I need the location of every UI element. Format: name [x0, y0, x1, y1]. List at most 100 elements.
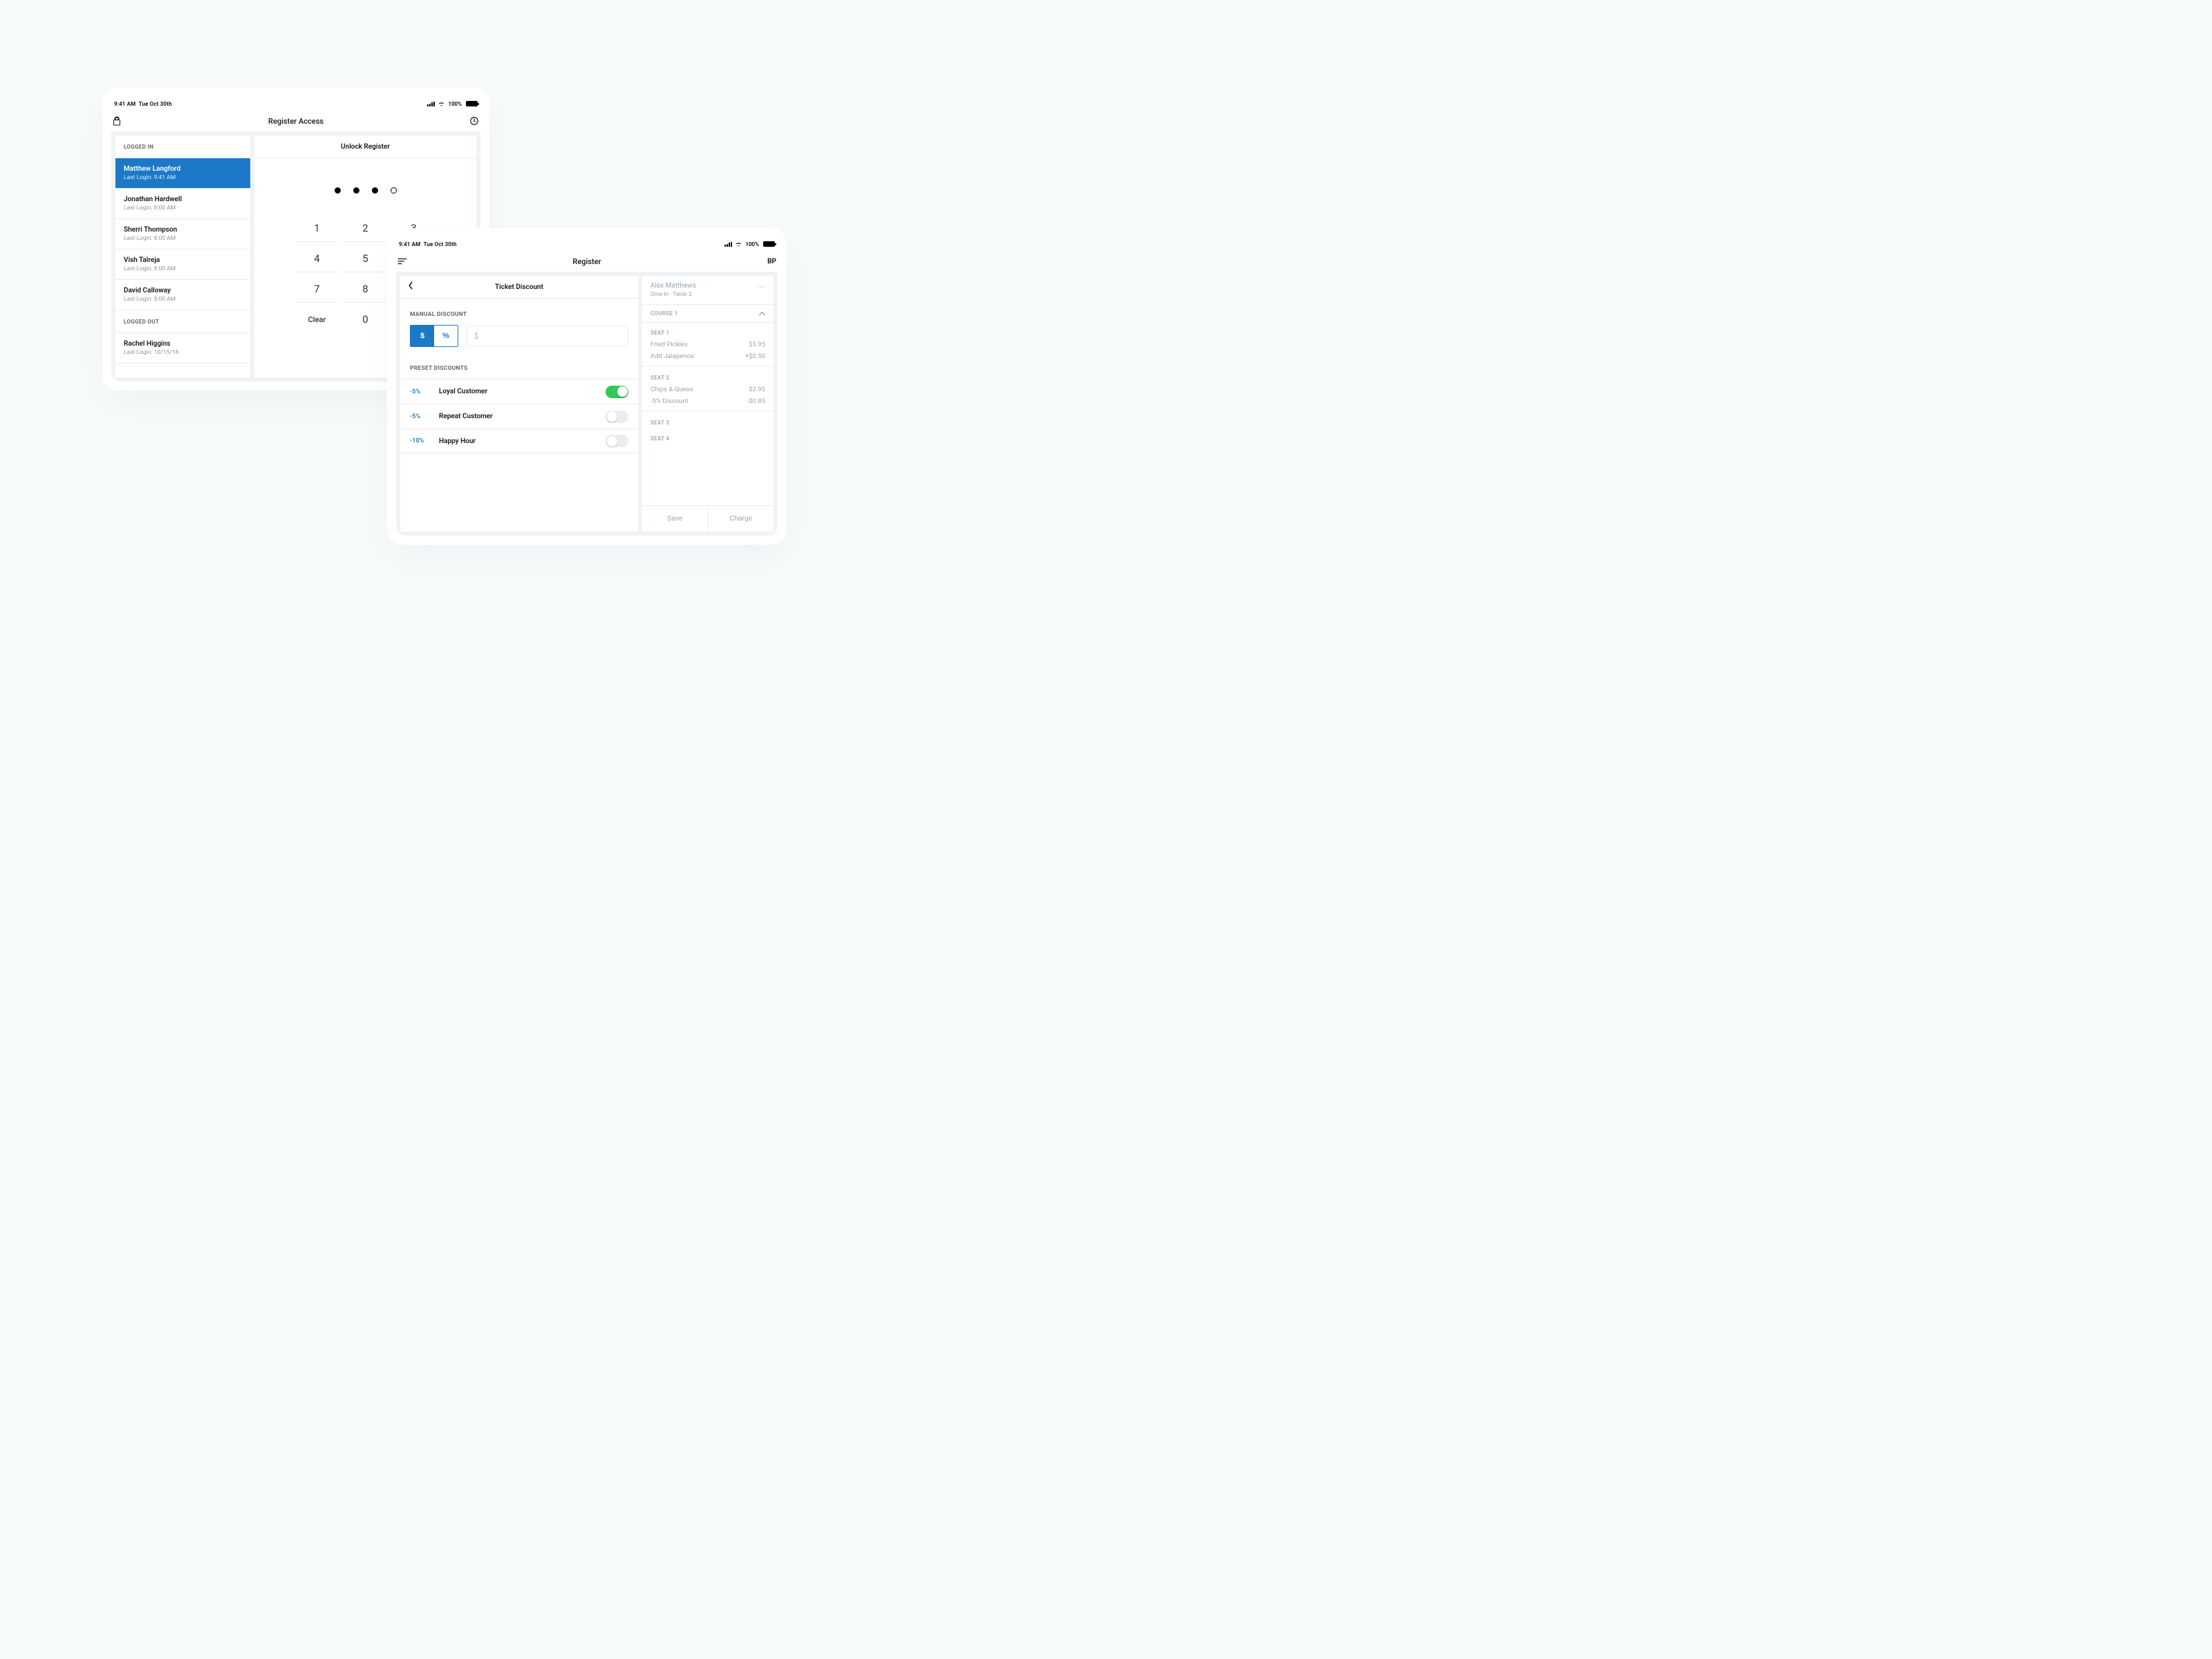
user-name: Matthew Langford	[124, 165, 242, 173]
preset-toggle[interactable]	[606, 386, 628, 398]
order-line[interactable]: Fried Pickles$5.95	[642, 339, 774, 350]
wifi-icon	[735, 241, 742, 247]
pin-dot	[391, 187, 397, 194]
key-7[interactable]: 7	[297, 275, 338, 303]
status-date: Tue Oct 30th	[139, 101, 172, 107]
users-sidebar: LOGGED IN Matthew LangfordLast Login: 9:…	[115, 135, 250, 377]
section-presets: PRESET DISCOUNTS	[400, 347, 638, 379]
user-sub: Last Login: 8:00 AM	[124, 265, 242, 272]
charge-button[interactable]: Charge	[708, 506, 774, 532]
battery-pct: 100%	[745, 241, 759, 247]
signal-icon	[427, 101, 435, 106]
key-clear[interactable]: Clear	[297, 306, 338, 333]
user-row[interactable]: Sherri ThompsonLast Login: 8:00 AM	[115, 219, 250, 250]
seg-percent[interactable]: %	[434, 326, 458, 346]
line-price: $5.95	[749, 341, 765, 348]
seat-label: SEAT 2	[642, 368, 774, 384]
preset-name: Repeat Customer	[439, 413, 599, 420]
preset-pct: -5%	[410, 388, 432, 395]
preset-name: Loyal Customer	[439, 388, 599, 395]
section-logged-out: LOGGED OUT	[115, 310, 250, 333]
preset-row[interactable]: -10% Happy Hour	[400, 429, 638, 453]
key-8[interactable]: 8	[345, 275, 386, 303]
status-bar: 9:41 AM Tue Oct 30th 100%	[396, 237, 778, 251]
status-time: 9:41 AM	[114, 101, 135, 107]
menu-icon[interactable]	[397, 258, 407, 265]
wifi-icon	[438, 101, 445, 106]
seat-label: SEAT 3	[642, 413, 774, 429]
line-name: -5% Discount	[650, 397, 688, 405]
save-button[interactable]: Save	[642, 506, 708, 532]
preset-pct: -5%	[410, 413, 432, 420]
line-name: Add Jalapenos	[650, 353, 694, 360]
battery-icon	[466, 101, 478, 106]
page-title: Register Access	[111, 117, 480, 126]
register-tablet: 9:41 AM Tue Oct 30th 100% Register BP	[387, 228, 787, 545]
user-name: Rachel Higgins	[124, 340, 242, 348]
battery-icon	[763, 241, 775, 247]
lock-icon[interactable]	[113, 116, 121, 126]
input-placeholder: $	[474, 332, 478, 341]
line-price: -$0.85	[747, 397, 766, 405]
pin-dots	[254, 187, 476, 194]
order-line[interactable]: Chips & Queso $2.95	[642, 384, 774, 395]
key-0[interactable]: 0	[345, 306, 386, 333]
discount-panel: Ticket Discount MANUAL DISCOUNT $ % $ PR…	[400, 276, 638, 532]
preset-toggle[interactable]	[606, 435, 628, 447]
user-row[interactable]: Vish TalrejaLast Login: 8:00 AM	[115, 250, 250, 280]
key-5[interactable]: 5	[345, 245, 386, 272]
discount-type-toggle: $ %	[410, 325, 458, 347]
pin-dot	[353, 187, 359, 194]
seat-label: SEAT 1	[642, 323, 774, 339]
user-sub: Last Login: 8:00 AM	[124, 205, 242, 212]
nav-bar: Register BP	[396, 251, 778, 272]
line-price: $2.95	[749, 386, 765, 393]
customer-meta: Dine-In · Table 2	[650, 291, 696, 298]
key-2[interactable]: 2	[345, 214, 386, 242]
history-icon[interactable]	[469, 116, 479, 126]
page-title: Register	[396, 257, 778, 266]
preset-row[interactable]: -5% Repeat Customer	[400, 404, 638, 429]
user-row[interactable]: Rachel HigginsLast Login: 10/15/18	[115, 333, 250, 364]
preset-row[interactable]: -5% Loyal Customer	[400, 379, 638, 404]
key-4[interactable]: 4	[297, 245, 338, 272]
preset-toggle[interactable]	[606, 411, 628, 423]
user-avatar[interactable]: BP	[767, 258, 776, 265]
more-icon[interactable]: ···	[757, 282, 765, 292]
preset-name: Happy Hour	[439, 438, 599, 445]
chevron-up-icon	[759, 312, 765, 316]
pin-dot	[372, 187, 378, 194]
seg-dollar[interactable]: $	[411, 326, 434, 346]
sub-title: Ticket Discount	[400, 283, 638, 291]
status-time: 9:41 AM	[399, 241, 420, 247]
line-price: +$0.50	[745, 353, 765, 360]
order-panel: Alex Matthews Dine-In · Table 2 ··· COUR…	[642, 276, 774, 532]
section-logged-in: LOGGED IN	[115, 135, 250, 158]
section-manual: MANUAL DISCOUNT	[400, 299, 638, 325]
user-sub: Last Login: 10/15/18	[124, 349, 242, 356]
nav-bar: Register Access	[111, 111, 480, 131]
user-row[interactable]: Jonathan Hardwell Last Login: 8:00 AM	[115, 189, 250, 219]
preset-pct: -10%	[410, 438, 432, 444]
status-date: Tue Oct 30th	[424, 241, 457, 247]
user-sub: Last Login: 8:00 AM	[124, 235, 242, 242]
course-label: COURSE 1	[650, 310, 678, 317]
key-1[interactable]: 1	[297, 214, 338, 242]
battery-pct: 100%	[448, 101, 462, 107]
user-row[interactable]: Matthew LangfordLast Login: 9:41 AM	[115, 158, 250, 189]
signal-icon	[724, 241, 732, 247]
customer-header[interactable]: Alex Matthews Dine-In · Table 2 ···	[642, 276, 774, 305]
pin-dot	[335, 187, 341, 194]
order-line[interactable]: Add Jalapenos +$0.50	[642, 350, 774, 362]
user-name: Sherri Thompson	[124, 226, 242, 234]
user-name: Jonathan Hardwell	[124, 196, 242, 203]
user-name: Vish Talreja	[124, 256, 242, 264]
order-line[interactable]: -5% Discount -$0.85	[642, 395, 774, 407]
user-sub: Last Login: 8:00 AM	[124, 296, 242, 303]
customer-name: Alex Matthews	[650, 282, 696, 290]
line-name: Chips & Queso	[650, 386, 693, 393]
user-row[interactable]: David CallowayLast Login: 8:00 AM	[115, 280, 250, 310]
status-bar: 9:41 AM Tue Oct 30th 100%	[111, 97, 480, 111]
course-header[interactable]: COURSE 1	[642, 305, 774, 323]
discount-amount-input[interactable]: $	[467, 326, 628, 346]
